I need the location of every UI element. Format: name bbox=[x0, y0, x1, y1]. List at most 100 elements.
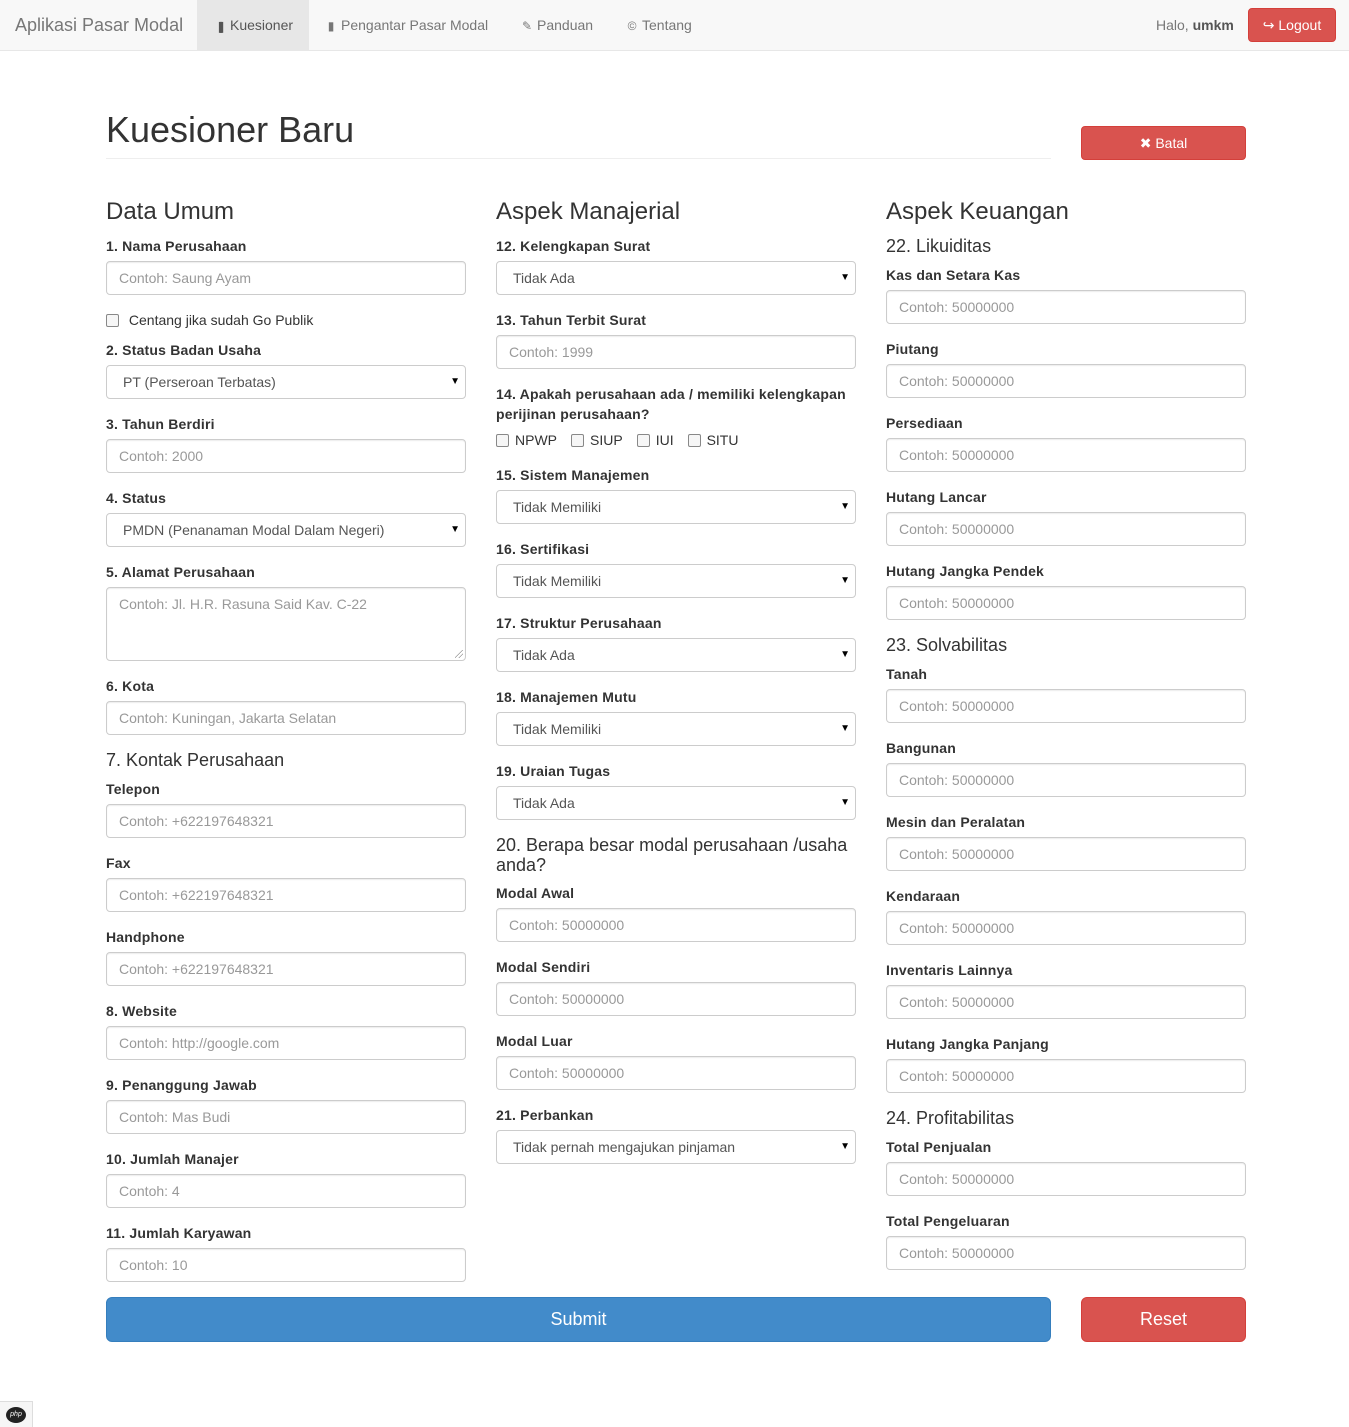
inventaris-label: Inventaris Lainnya bbox=[886, 962, 1013, 978]
pencil-icon: ✎ bbox=[521, 19, 533, 33]
title-divider bbox=[106, 158, 1051, 159]
tahun-berdiri-input[interactable]: Contoh: 2000 bbox=[106, 439, 466, 473]
logout-button[interactable]: ↪ Logout bbox=[1248, 8, 1336, 42]
navbar: Aplikasi Pasar Modal ▐▌ Kuesioner ▮ Pengan… bbox=[0, 0, 1349, 51]
go-publik-checkbox[interactable] bbox=[106, 314, 119, 327]
sertifikasi-select[interactable]: Tidak Memiliki ▼ bbox=[496, 564, 856, 598]
jumlah-karyawan-input[interactable]: Contoh: 10 bbox=[106, 1248, 466, 1282]
penanggung-jawab-input[interactable]: Contoh: Mas Budi bbox=[106, 1100, 466, 1134]
go-publik-row: Centang jika sudah Go Publik bbox=[106, 310, 313, 330]
submit-button[interactable]: Submit bbox=[106, 1297, 1051, 1342]
perbankan-select[interactable]: Tidak pernah mengajukan pinjaman ▼ bbox=[496, 1130, 856, 1164]
sistem-manajemen-select[interactable]: Tidak Memiliki ▼ bbox=[496, 490, 856, 524]
nav-label: Kuesioner bbox=[230, 17, 294, 33]
mesin-input[interactable]: Contoh: 50000000 bbox=[886, 837, 1246, 871]
hutang-panjang-input[interactable]: Contoh: 50000000 bbox=[886, 1059, 1246, 1093]
persediaan-input[interactable]: Contoh: 50000000 bbox=[886, 438, 1246, 472]
perijinan-option-situ[interactable]: SITU bbox=[687, 430, 738, 450]
kota-input[interactable]: Contoh: Kuningan, Jakarta Selatan bbox=[106, 701, 466, 735]
sertifikasi-label: 16. Sertifikasi bbox=[496, 541, 590, 557]
manajemen-mutu-select[interactable]: Tidak Memiliki ▼ bbox=[496, 712, 856, 746]
tahun-surat-input[interactable]: Contoh: 1999 bbox=[496, 335, 856, 369]
uraian-label: 19. Uraian Tugas bbox=[496, 763, 611, 779]
kota-label: 6. Kota bbox=[106, 678, 155, 694]
section-heading-manajerial: Aspek Manajerial bbox=[496, 198, 681, 225]
jumlah-manajer-input[interactable]: Contoh: 4 bbox=[106, 1174, 466, 1208]
status-badan-select[interactable]: PT (Perseroan Terbatas) ▼ bbox=[106, 365, 466, 399]
select-value: Tidak Memiliki bbox=[513, 573, 602, 589]
option-label: SIUP bbox=[590, 432, 623, 448]
textarea-placeholder: Contoh: Jl. H.R. Rasuna Said Kav. C-22 bbox=[119, 596, 367, 612]
nav-label: Pengantar Pasar Modal bbox=[341, 17, 489, 33]
select-value: Tidak Ada bbox=[513, 795, 575, 811]
hutang-lancar-input[interactable]: Contoh: 50000000 bbox=[886, 512, 1246, 546]
nav-item-pengantar[interactable]: ▮ Pengantar Pasar Modal bbox=[324, 0, 488, 50]
mesin-label: Mesin dan Peralatan bbox=[886, 814, 1026, 830]
website-input[interactable]: Contoh: http://google.com bbox=[106, 1026, 466, 1060]
nav-item-panduan[interactable]: ✎ Panduan bbox=[520, 0, 593, 50]
pengeluaran-input[interactable]: Contoh: 50000000 bbox=[886, 1236, 1246, 1270]
bar-chart-icon: ▐▌ bbox=[215, 22, 227, 32]
siup-checkbox[interactable] bbox=[571, 434, 584, 447]
fax-input[interactable]: Contoh: +622197648321 bbox=[106, 878, 466, 912]
kelengkapan-surat-select[interactable]: Tidak Ada ▼ bbox=[496, 261, 856, 295]
alamat-label: 5. Alamat Perusahaan bbox=[106, 564, 255, 580]
penjualan-label: Total Penjualan bbox=[886, 1139, 992, 1155]
nav-item-kuesioner[interactable]: ▐▌ Kuesioner bbox=[197, 0, 309, 50]
perijinan-option-npwp[interactable]: NPWP bbox=[496, 430, 557, 450]
php-debug-badge[interactable]: php bbox=[0, 1401, 33, 1427]
tanah-label: Tanah bbox=[886, 666, 928, 682]
modal-awal-input[interactable]: Contoh: 50000000 bbox=[496, 908, 856, 942]
select-value: Tidak Ada bbox=[513, 647, 575, 663]
modal-sendiri-label: Modal Sendiri bbox=[496, 959, 591, 975]
reset-button[interactable]: Reset bbox=[1081, 1297, 1246, 1342]
page-title: Kuesioner Baru bbox=[106, 109, 355, 150]
persediaan-label: Persediaan bbox=[886, 415, 963, 431]
penjualan-input[interactable]: Contoh: 50000000 bbox=[886, 1162, 1246, 1196]
situ-checkbox[interactable] bbox=[687, 434, 701, 447]
select-value: Tidak Memiliki bbox=[513, 721, 602, 737]
telepon-input[interactable]: Contoh: +622197648321 bbox=[106, 804, 466, 838]
inventaris-input[interactable]: Contoh: 50000000 bbox=[886, 985, 1246, 1019]
greeting: Halo, umkm bbox=[1156, 17, 1234, 33]
select-value: PMDN (Penanaman Modal Dalam Negeri) bbox=[123, 522, 385, 538]
chevron-down-icon: ▼ bbox=[840, 501, 850, 512]
kontak-heading: 7. Kontak Perusahaan bbox=[106, 750, 285, 770]
kendaraan-input[interactable]: Contoh: 50000000 bbox=[886, 911, 1246, 945]
struktur-perusahaan-select[interactable]: Tidak Ada ▼ bbox=[496, 638, 856, 672]
hutang-pendek-input[interactable]: Contoh: 50000000 bbox=[886, 586, 1246, 620]
mutu-label: 18. Manajemen Mutu bbox=[496, 689, 637, 705]
brand[interactable]: Aplikasi Pasar Modal bbox=[15, 14, 183, 36]
status-select[interactable]: PMDN (Penanaman Modal Dalam Negeri) ▼ bbox=[106, 513, 466, 547]
perijinan-option-iui[interactable]: IUI bbox=[636, 430, 674, 450]
copyright-icon: © bbox=[627, 19, 637, 33]
piutang-input[interactable]: Contoh: 50000000 bbox=[886, 364, 1246, 398]
uraian-tugas-select[interactable]: Tidak Ada ▼ bbox=[496, 786, 856, 820]
nav-label: Panduan bbox=[537, 17, 594, 33]
nav-item-tentang[interactable]: © Tentang bbox=[625, 0, 692, 50]
telepon-label: Telepon bbox=[106, 781, 161, 797]
chevron-down-icon: ▼ bbox=[840, 272, 850, 283]
logout-icon: ↪ bbox=[1262, 17, 1275, 33]
bangunan-input[interactable]: Contoh: 50000000 bbox=[886, 763, 1246, 797]
handphone-input[interactable]: Contoh: +622197648321 bbox=[106, 952, 466, 986]
select-value: Tidak pernah mengajukan pinjaman bbox=[513, 1139, 736, 1155]
perijinan-option-siup[interactable]: SIUP bbox=[571, 430, 623, 450]
kas-input[interactable]: Contoh: 50000000 bbox=[886, 290, 1246, 324]
iui-checkbox[interactable] bbox=[636, 434, 650, 447]
nama-label: 1. Nama Perusahaan bbox=[106, 238, 247, 254]
sistem-label: 15. Sistem Manajemen bbox=[496, 467, 650, 483]
tanah-input[interactable]: Contoh: 50000000 bbox=[886, 689, 1246, 723]
chevron-down-icon: ▼ bbox=[840, 649, 850, 660]
php-logo-icon: php bbox=[6, 1407, 26, 1423]
modal-sendiri-input[interactable]: Contoh: 50000000 bbox=[496, 982, 856, 1016]
npwp-checkbox[interactable] bbox=[496, 434, 509, 447]
resize-handle-icon[interactable] bbox=[455, 650, 463, 658]
pengeluaran-label: Total Pengeluaran bbox=[886, 1213, 1010, 1229]
nama-perusahaan-input[interactable]: Contoh: Saung Ayam bbox=[106, 261, 466, 295]
modal-luar-input[interactable]: Contoh: 50000000 bbox=[496, 1056, 856, 1090]
alamat-textarea[interactable]: Contoh: Jl. H.R. Rasuna Said Kav. C-22 bbox=[106, 587, 466, 661]
cancel-button[interactable]: ✖ Batal bbox=[1081, 126, 1246, 160]
status-label: 4. Status bbox=[106, 490, 167, 506]
hutang-pendek-label: Hutang Jangka Pendek bbox=[886, 563, 1045, 579]
